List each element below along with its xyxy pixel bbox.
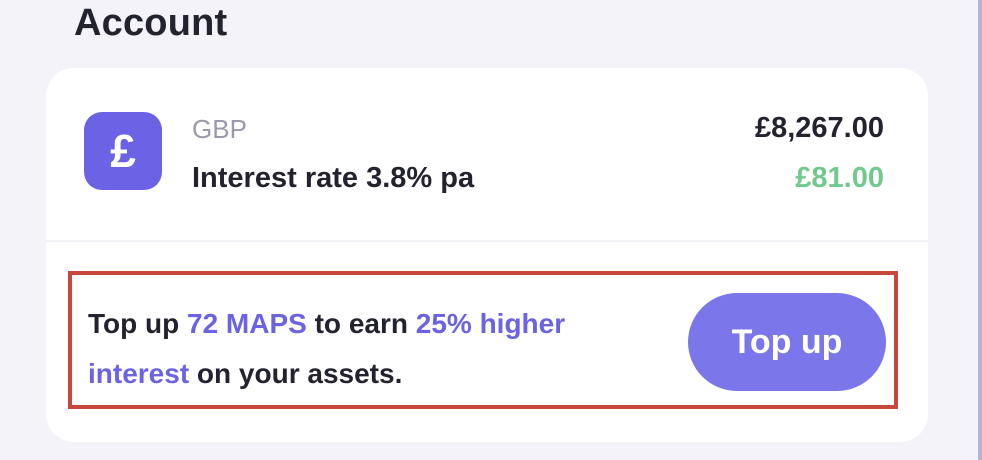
section-title: Account: [74, 2, 228, 44]
interest-rate: Interest rate 3.8% pa: [192, 162, 475, 194]
account-row[interactable]: £ GBP Interest rate 3.8% pa £8,267.00 £8…: [46, 68, 928, 242]
right-edge-divider: [978, 0, 982, 460]
promo-text-start: Top up: [88, 308, 187, 339]
top-up-button[interactable]: Top up: [688, 293, 886, 391]
account-balance: £8,267.00: [754, 112, 884, 144]
topup-promo: Top up 72 MAPS to earn 25% higher intere…: [68, 271, 898, 409]
promo-maps-amount: 72 MAPS: [187, 308, 307, 339]
pound-icon: £: [84, 112, 162, 190]
promo-text-middle: to earn: [306, 308, 416, 339]
promo-text-end: on your assets.: [189, 358, 403, 389]
interest-earned: £81.00: [795, 162, 884, 194]
currency-code: GBP: [192, 114, 247, 144]
promo-message: Top up 72 MAPS to earn 25% higher intere…: [88, 299, 608, 399]
